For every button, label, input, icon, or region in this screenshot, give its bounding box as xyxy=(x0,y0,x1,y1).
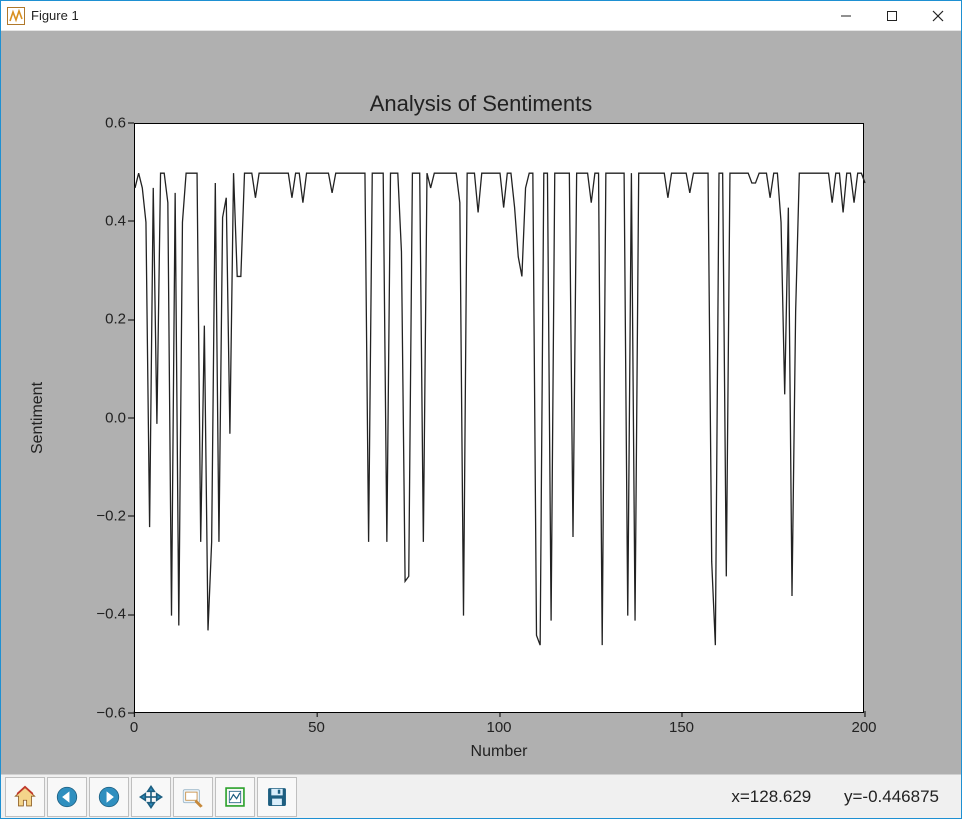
save-icon xyxy=(264,784,290,810)
pan-icon xyxy=(138,784,164,810)
configure-subplots-button[interactable] xyxy=(215,777,255,817)
y-tick: 0.6 xyxy=(66,114,126,131)
configure-icon xyxy=(222,784,248,810)
maximize-icon xyxy=(886,10,898,22)
zoom-button[interactable] xyxy=(173,777,213,817)
close-icon xyxy=(932,10,944,22)
plot-area[interactable] xyxy=(134,123,864,713)
y-tick: 0.2 xyxy=(66,311,126,328)
y-tick: 0.4 xyxy=(66,212,126,229)
x-tick: 50 xyxy=(308,719,325,736)
x-tick: 0 xyxy=(130,719,138,736)
close-button[interactable] xyxy=(915,1,961,31)
save-button[interactable] xyxy=(257,777,297,817)
y-axis-label: Sentiment xyxy=(28,123,48,713)
cursor-x: x=128.629 xyxy=(731,787,811,806)
forward-icon xyxy=(96,784,122,810)
y-tick: −0.4 xyxy=(66,606,126,623)
chart-title: Analysis of Sentiments xyxy=(16,91,946,117)
x-tick: 200 xyxy=(851,719,876,736)
y-tick: −0.2 xyxy=(66,507,126,524)
figure-canvas[interactable]: Analysis of Sentiments Sentiment Number … xyxy=(1,31,961,774)
y-tick: −0.6 xyxy=(66,704,126,721)
figure: Analysis of Sentiments Sentiment Number … xyxy=(16,43,946,763)
x-axis-label: Number xyxy=(134,743,864,761)
pan-button[interactable] xyxy=(131,777,171,817)
minimize-icon xyxy=(840,10,852,22)
minimize-button[interactable] xyxy=(823,1,869,31)
data-line xyxy=(135,124,863,712)
forward-button[interactable] xyxy=(89,777,129,817)
zoom-icon xyxy=(180,784,206,810)
nav-toolbar: x=128.629 y=-0.446875 xyxy=(1,774,961,818)
y-tick: 0.0 xyxy=(66,409,126,426)
x-tick: 100 xyxy=(486,719,511,736)
titlebar[interactable]: Figure 1 xyxy=(1,1,961,31)
back-icon xyxy=(54,784,80,810)
home-button[interactable] xyxy=(5,777,45,817)
cursor-coordinates: x=128.629 y=-0.446875 xyxy=(731,787,957,807)
app-window: Figure 1 Analysis of Sentiments Sentimen… xyxy=(0,0,962,819)
app-icon xyxy=(7,7,25,25)
back-button[interactable] xyxy=(47,777,87,817)
x-tick: 150 xyxy=(669,719,694,736)
home-icon xyxy=(12,784,38,810)
cursor-y: y=-0.446875 xyxy=(844,787,939,806)
maximize-button[interactable] xyxy=(869,1,915,31)
window-title: Figure 1 xyxy=(31,8,79,23)
